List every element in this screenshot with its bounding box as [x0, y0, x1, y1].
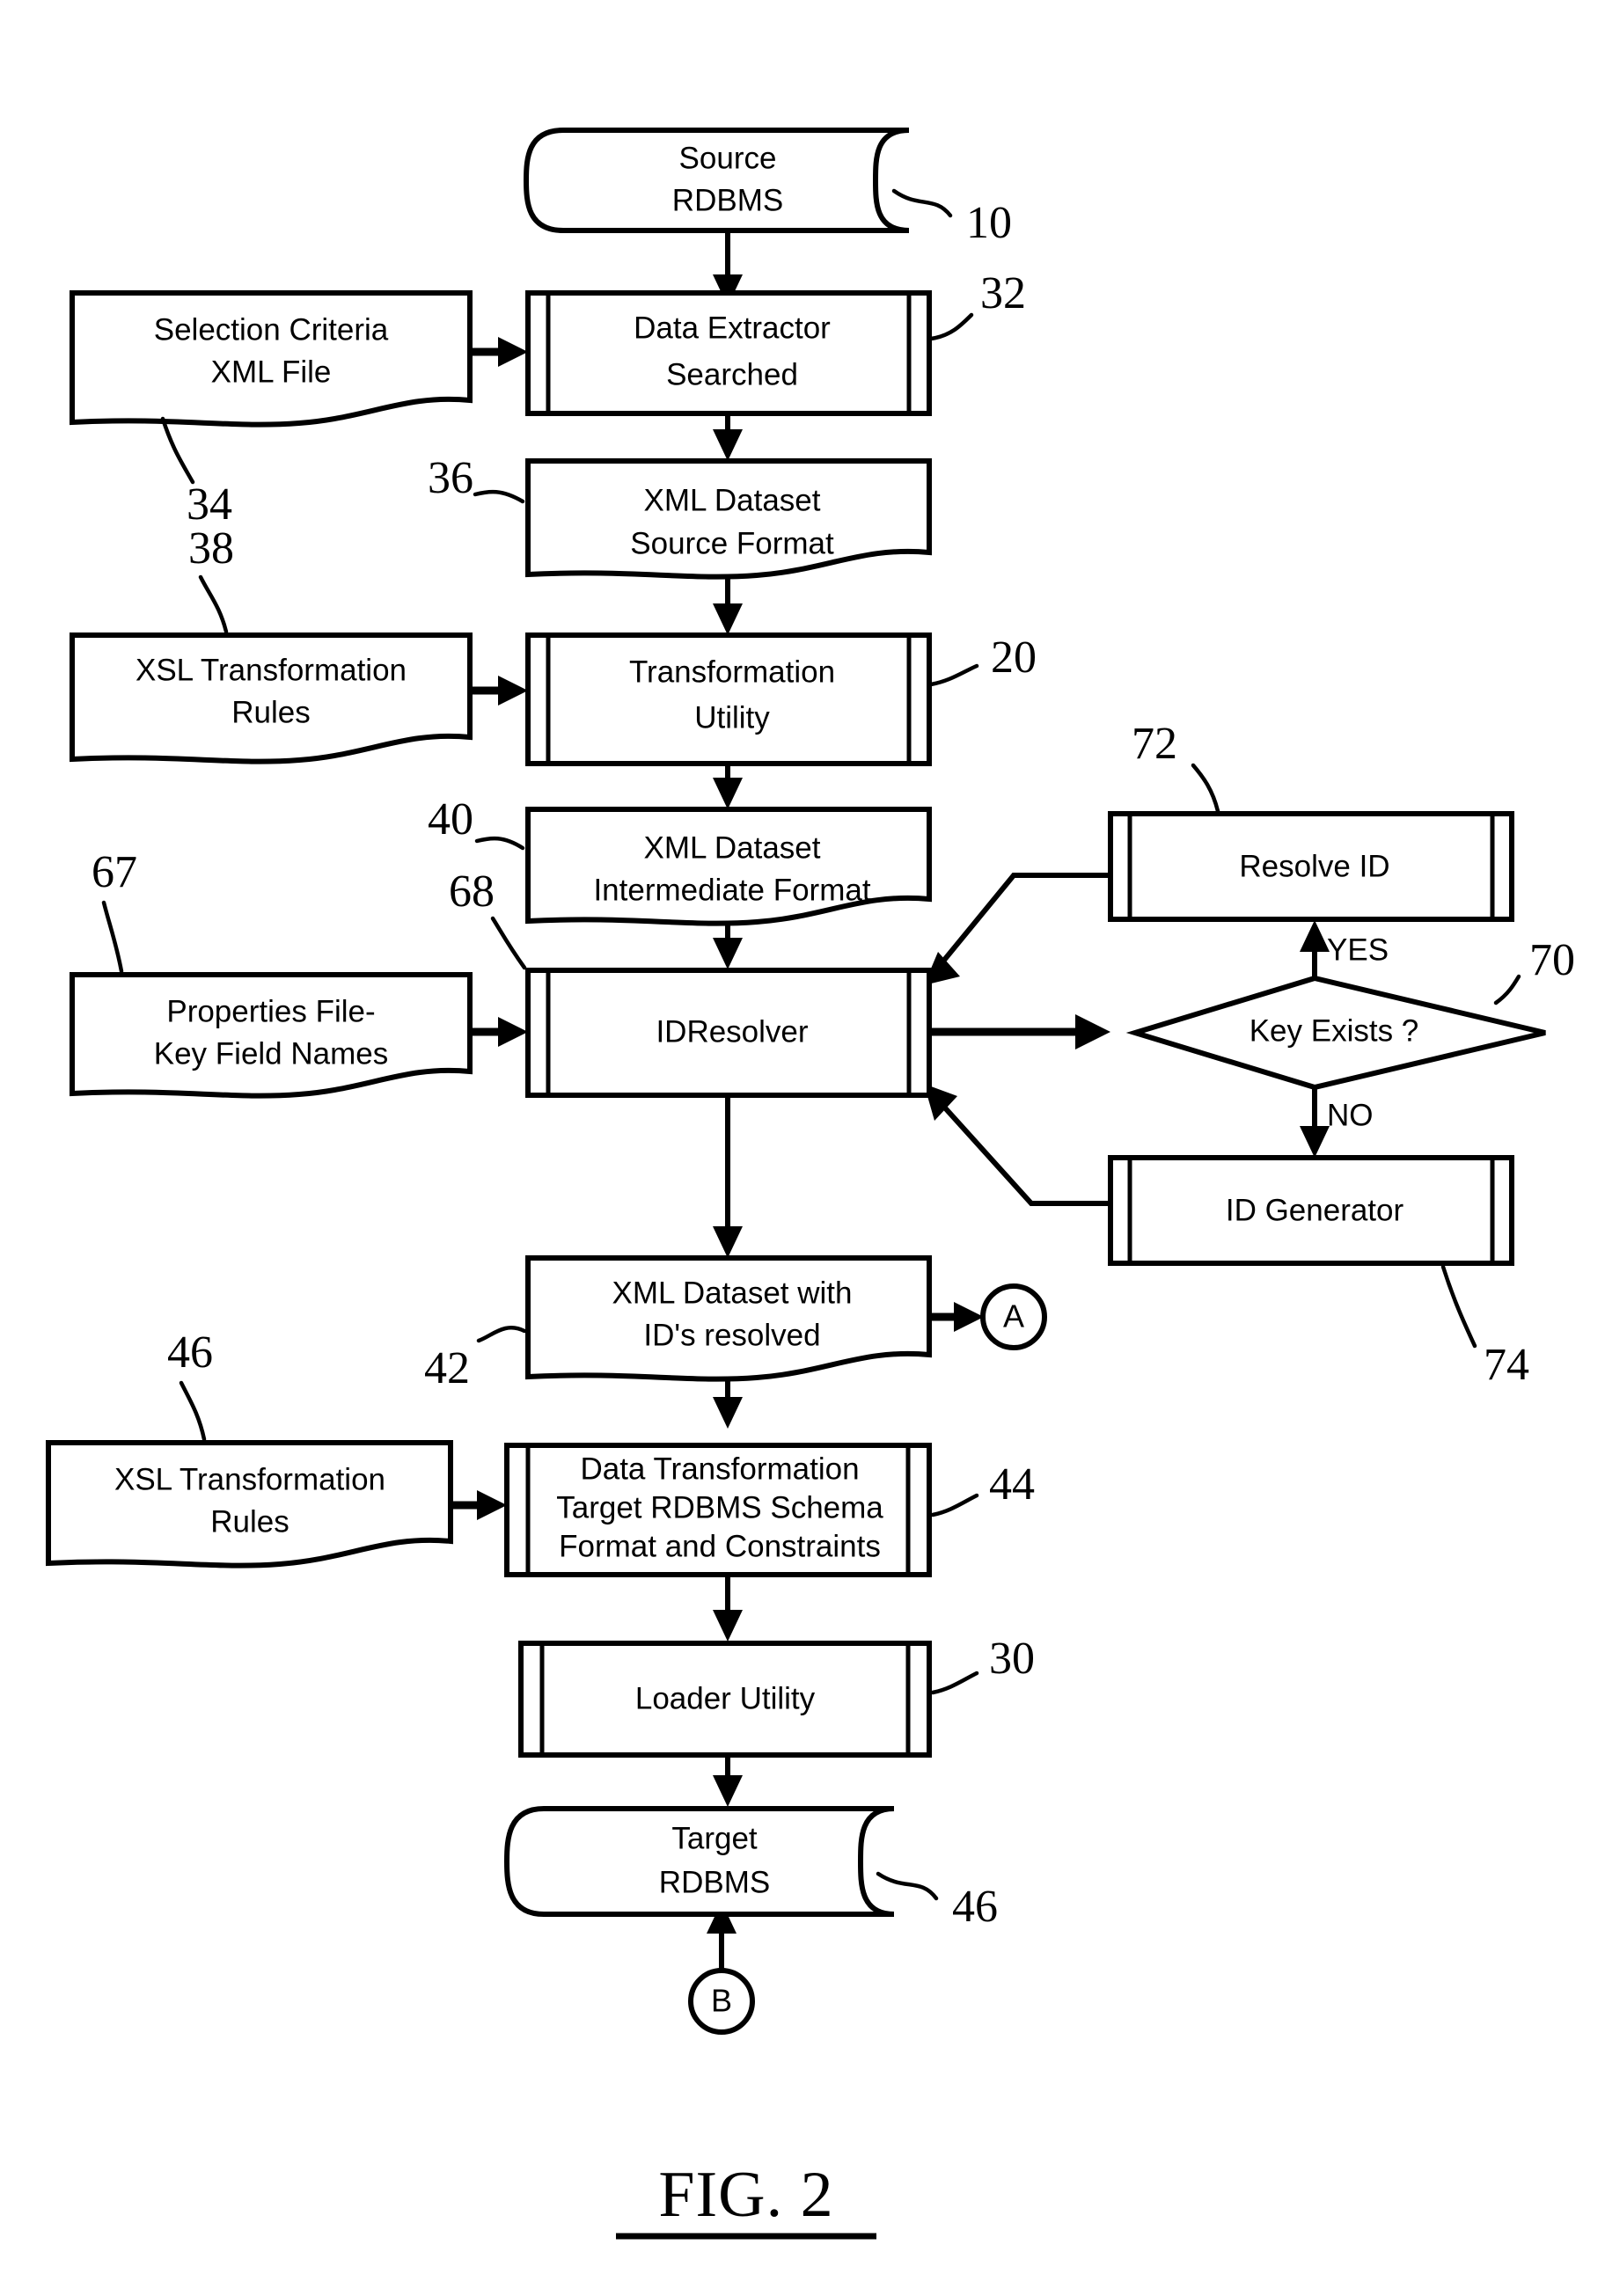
id-generator-label: ID Generator: [1226, 1193, 1404, 1227]
ref-number-46-xsl: 46: [167, 1327, 213, 1378]
xml-dataset-intermediate-label-line1: XML Dataset: [643, 830, 820, 865]
data-extractor-label-line1: Data Extractor: [634, 311, 831, 345]
ref-number-46-target: 46: [952, 1882, 998, 1932]
ref-number-30: 30: [989, 1634, 1035, 1684]
connector-a-label: A: [1003, 1298, 1024, 1334]
xml-dataset-intermediate-label-line2: Intermediate Format: [593, 873, 870, 907]
ref-number-72: 72: [1132, 719, 1177, 769]
edge-resolved-dataset-to-connector-a: [929, 1302, 984, 1332]
data-extractor-label-line2: Searched: [666, 357, 798, 391]
ref-number-38: 38: [188, 523, 234, 574]
ref-number-70: 70: [1529, 935, 1575, 985]
edge-extractor-to-dataset-source: [713, 413, 743, 461]
edge-key-exists-no-to-id-generator: [1300, 1084, 1330, 1158]
node-loader-utility[interactable]: Loader Utility 30: [518, 1634, 1035, 1758]
xml-dataset-resolved-label-line2: ID's resolved: [643, 1318, 820, 1352]
connector-a[interactable]: A: [980, 1283, 1047, 1350]
xml-dataset-resolved-label-line1: XML Dataset with: [612, 1276, 853, 1310]
ref-number-10: 10: [966, 198, 1012, 248]
target-rdbms-label-line2: RDBMS: [659, 1865, 770, 1899]
ref-number-67: 67: [92, 847, 137, 897]
node-xml-dataset-resolved[interactable]: XML Dataset with ID's resolved 42: [424, 1255, 932, 1393]
ref-number-42: 42: [424, 1343, 470, 1393]
figure-caption: FIG. 2: [616, 2159, 876, 2240]
loader-utility-label: Loader Utility: [635, 1681, 816, 1715]
ref-number-68: 68: [449, 866, 495, 917]
node-target-rdbms[interactable]: Target RDBMS 46: [503, 1806, 998, 1932]
edge-data-transformation-to-loader: [713, 1575, 743, 1642]
source-rdbms-label-line2: RDBMS: [672, 183, 783, 217]
edge-idresolver-to-key-exists: [929, 1014, 1110, 1049]
xml-dataset-source-label-line1: XML Dataset: [643, 483, 820, 517]
ref-number-44: 44: [989, 1459, 1035, 1510]
ref-number-20: 20: [991, 632, 1037, 683]
data-transformation-label-line1: Data Transformation: [580, 1451, 859, 1486]
edge-label-yes: YES: [1327, 932, 1389, 967]
node-properties-file[interactable]: Properties File- Key Field Names 67: [70, 847, 473, 1099]
data-transformation-label-line3: Format and Constraints: [559, 1529, 881, 1563]
edge-xsl-top-to-transform: [470, 676, 528, 706]
node-xsl-rules-top[interactable]: XSL Transformation Rules 38: [70, 523, 473, 764]
edge-intermediate-to-idresolver: [713, 919, 743, 969]
figure-caption-text: FIG. 2: [658, 2159, 833, 2231]
ref-number-34: 34: [187, 479, 232, 530]
edge-xsl-bottom-to-data-transformation: [451, 1490, 507, 1520]
node-transformation-utility[interactable]: Transformation Utility 20: [525, 632, 1037, 766]
selection-criteria-label-line1: Selection Criteria: [154, 312, 389, 347]
transformation-utility-label-line1: Transformation: [629, 654, 835, 689]
ref-number-32: 32: [980, 268, 1026, 318]
transformation-utility-label-line2: Utility: [694, 700, 770, 735]
node-xml-dataset-intermediate[interactable]: XML Dataset Intermediate Format 40: [428, 794, 932, 926]
xsl-rules-bottom-label-line2: Rules: [210, 1504, 289, 1539]
edge-dataset-source-to-transform: [713, 572, 743, 635]
source-rdbms-label-line1: Source: [679, 141, 777, 175]
data-transformation-label-line2: Target RDBMS Schema: [556, 1490, 883, 1525]
edge-properties-to-idresolver: [470, 1017, 528, 1047]
xsl-rules-top-label-line1: XSL Transformation: [136, 653, 407, 687]
node-xsl-rules-bottom[interactable]: XSL Transformation Rules 46: [46, 1327, 453, 1568]
connector-b[interactable]: B: [688, 1968, 755, 2035]
node-data-extractor[interactable]: Data Extractor Searched 32: [525, 268, 1026, 416]
edge-key-exists-yes-to-resolve-id: [1300, 920, 1330, 982]
edge-transform-to-intermediate: [713, 764, 743, 809]
edge-criteria-to-extractor: [470, 337, 528, 367]
edge-label-no: NO: [1327, 1098, 1374, 1132]
resolve-id-label: Resolve ID: [1239, 849, 1389, 883]
ref-number-40: 40: [428, 794, 473, 845]
node-id-generator[interactable]: ID Generator 74: [1108, 1155, 1529, 1390]
patent-figure: Source RDBMS 10 Selection Criteria XML F…: [0, 0, 1605, 2296]
key-exists-label: Key Exists ?: [1250, 1013, 1419, 1048]
flowchart-canvas: Source RDBMS 10 Selection Criteria XML F…: [46, 128, 1575, 2240]
edge-resolved-dataset-to-data-transformation: [713, 1381, 743, 1429]
ref-number-36: 36: [428, 453, 473, 503]
xsl-rules-top-label-line2: Rules: [231, 695, 310, 729]
selection-criteria-label-line2: XML File: [211, 355, 332, 389]
id-resolver-label: IDResolver: [656, 1014, 808, 1049]
node-source-rdbms[interactable]: Source RDBMS 10: [523, 128, 1012, 248]
node-resolve-id[interactable]: Resolve ID 72: [1108, 719, 1514, 922]
edge-id-generator-to-idresolver: [924, 1084, 1110, 1206]
node-selection-criteria[interactable]: Selection Criteria XML File 34: [70, 290, 473, 530]
node-xml-dataset-source[interactable]: XML Dataset Source Format 36: [428, 453, 932, 580]
node-data-transformation[interactable]: Data Transformation Target RDBMS Schema …: [504, 1443, 1035, 1577]
edge-resolve-id-to-idresolver: [924, 873, 1110, 985]
ref-number-74: 74: [1484, 1340, 1529, 1390]
connector-b-label: B: [711, 1983, 732, 2019]
edge-idresolver-to-resolved-dataset: [713, 1095, 743, 1258]
properties-file-label-line1: Properties File-: [166, 994, 375, 1028]
target-rdbms-label-line1: Target: [671, 1821, 758, 1855]
xml-dataset-source-label-line2: Source Format: [630, 526, 834, 560]
xsl-rules-bottom-label-line1: XSL Transformation: [114, 1462, 385, 1496]
edge-loader-to-target-rdbms: [713, 1755, 743, 1807]
properties-file-label-line2: Key Field Names: [154, 1036, 388, 1071]
